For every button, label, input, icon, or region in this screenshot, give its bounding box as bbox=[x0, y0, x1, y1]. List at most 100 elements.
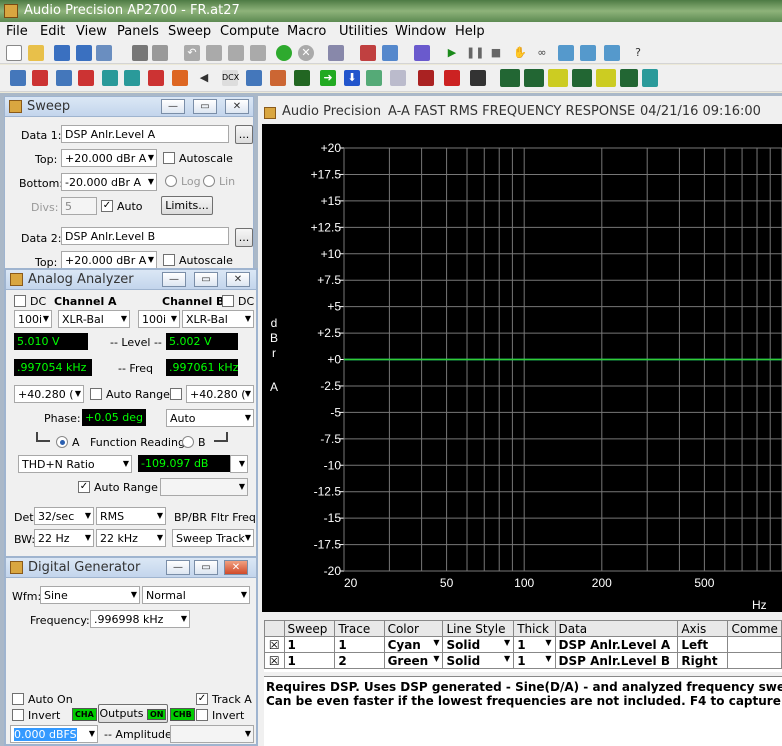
data1-browse-button[interactable]: ... bbox=[235, 125, 253, 144]
function-a-radio[interactable] bbox=[56, 436, 68, 448]
autoscale-checkbox[interactable] bbox=[163, 152, 175, 164]
save-icon[interactable] bbox=[54, 45, 70, 61]
dio-icon[interactable] bbox=[124, 70, 140, 86]
generator-panel-icon[interactable] bbox=[32, 70, 48, 86]
data2-field[interactable]: DSP Anlr.Level B bbox=[61, 227, 229, 245]
outputs-button[interactable]: Outputs ON bbox=[98, 704, 168, 723]
autorange2-checkbox[interactable]: ✓ bbox=[78, 481, 90, 493]
freq-a-readout[interactable]: .997054 kHz bbox=[14, 359, 92, 376]
restore-button[interactable]: ▭ bbox=[194, 560, 218, 575]
trace-thick-select[interactable]: 1 ▼ bbox=[513, 652, 556, 669]
help-icon[interactable]: ? bbox=[630, 45, 646, 61]
trace-thick-select[interactable]: 1 ▼ bbox=[513, 636, 556, 653]
function-readout[interactable]: -109.097 dB bbox=[138, 455, 230, 472]
step-icon[interactable] bbox=[558, 45, 574, 61]
pause-icon[interactable]: ❚❚ bbox=[466, 45, 484, 61]
top2-field[interactable]: +20.000 dBr A bbox=[61, 251, 157, 269]
waveform-mode-select[interactable]: Normal bbox=[142, 586, 250, 604]
meter-icon[interactable] bbox=[418, 70, 434, 86]
minimize-button[interactable]: — bbox=[166, 560, 190, 575]
autorange2-select[interactable] bbox=[160, 478, 248, 496]
sweep-panel-icon[interactable] bbox=[10, 70, 26, 86]
amplitude-field[interactable]: 0.000 dBFS bbox=[10, 725, 98, 743]
go-icon[interactable] bbox=[276, 45, 292, 61]
sweep-track-select[interactable]: Sweep Track bbox=[172, 529, 254, 547]
cut-icon[interactable] bbox=[206, 45, 222, 61]
menu-sweep[interactable]: Sweep bbox=[168, 24, 211, 39]
new-icon[interactable] bbox=[6, 45, 22, 61]
table-icon[interactable] bbox=[390, 70, 406, 86]
menu-edit[interactable]: Edit bbox=[40, 24, 65, 39]
autorange-b-select[interactable]: +40.280 ( bbox=[186, 385, 254, 403]
limits-button[interactable]: Limits... bbox=[161, 196, 213, 215]
close-button[interactable]: ✕ bbox=[226, 272, 250, 287]
auto-checkbox[interactable]: ✓ bbox=[101, 200, 113, 212]
autoscale2-checkbox[interactable] bbox=[163, 254, 175, 266]
menu-help[interactable]: Help bbox=[455, 24, 485, 39]
analyzer-panel-icon[interactable] bbox=[56, 70, 72, 86]
menu-macro[interactable]: Macro bbox=[287, 24, 326, 39]
lin-radio[interactable] bbox=[203, 175, 215, 187]
undo-icon[interactable]: ↶ bbox=[184, 45, 200, 61]
range-b-select[interactable]: 100i bbox=[138, 310, 180, 328]
menu-view[interactable]: View bbox=[76, 24, 107, 39]
waveform-select[interactable]: Sine bbox=[40, 586, 140, 604]
graph1-icon[interactable] bbox=[500, 69, 520, 87]
invert-a-checkbox[interactable] bbox=[12, 709, 24, 721]
close-button[interactable]: ✕ bbox=[224, 560, 248, 575]
arrow-down-icon[interactable]: ⬇ bbox=[344, 70, 360, 86]
data2-browse-button[interactable]: ... bbox=[235, 228, 253, 247]
det-type-select[interactable]: RMS bbox=[96, 507, 166, 525]
dcx-icon[interactable]: DCX bbox=[222, 70, 239, 86]
track-a-checkbox[interactable]: ✓ bbox=[196, 693, 208, 705]
phase-readout[interactable]: +0.05 deg bbox=[82, 409, 146, 426]
restore-button[interactable]: ▭ bbox=[194, 272, 218, 287]
graph6-icon[interactable] bbox=[620, 69, 638, 87]
panel-icon[interactable] bbox=[414, 45, 430, 61]
minimize-button[interactable]: — bbox=[162, 272, 186, 287]
notes-icon[interactable] bbox=[470, 70, 486, 86]
graph5-icon[interactable] bbox=[596, 69, 616, 87]
print-icon[interactable] bbox=[132, 45, 148, 61]
speaker-icon[interactable]: ◀ bbox=[196, 70, 212, 86]
comment-box[interactable]: Requires DSP. Uses DSP generated - Sine(… bbox=[264, 676, 782, 746]
menu-compute[interactable]: Compute bbox=[220, 24, 279, 39]
autorange-b-checkbox[interactable] bbox=[170, 388, 182, 400]
play-icon[interactable]: ▶ bbox=[444, 45, 460, 61]
function-type-select[interactable]: THD+N Ratio bbox=[18, 455, 132, 473]
record-icon[interactable] bbox=[360, 45, 376, 61]
menu-panels[interactable]: Panels bbox=[117, 24, 159, 39]
table-row[interactable]: ☒ 1 1 Cyan ▼ Solid ▼ 1 ▼ DSP Anlr.Level A L… bbox=[264, 636, 782, 653]
graph-icon[interactable] bbox=[328, 45, 344, 61]
row-checkbox[interactable]: ☒ bbox=[264, 652, 285, 669]
glasses-icon[interactable]: ∞ bbox=[534, 45, 550, 61]
bug-icon[interactable] bbox=[444, 70, 460, 86]
graph7-icon[interactable] bbox=[642, 69, 658, 87]
fft-icon[interactable] bbox=[148, 70, 164, 86]
menu-window[interactable]: Window bbox=[395, 24, 446, 39]
disk-icon[interactable] bbox=[96, 45, 112, 61]
stop-icon[interactable]: ✕ bbox=[298, 45, 314, 61]
stop-square-icon[interactable]: ■ bbox=[488, 45, 504, 61]
trace-color-select[interactable]: Cyan ▼ bbox=[383, 636, 444, 653]
phase-mode-select[interactable]: Auto bbox=[166, 409, 254, 427]
input-b-select[interactable]: XLR-Bal bbox=[182, 310, 254, 328]
window-icon[interactable] bbox=[382, 45, 398, 61]
divs-field[interactable]: 5 bbox=[61, 197, 97, 215]
cursor-icon[interactable] bbox=[246, 70, 262, 86]
function-b-radio[interactable] bbox=[182, 436, 194, 448]
autorange-a-select[interactable]: +40.280 ( bbox=[14, 385, 84, 403]
table-row[interactable]: ☒ 1 2 Green ▼ Solid ▼ 1 ▼ DSP Anlr.Level B … bbox=[264, 652, 782, 669]
open-icon[interactable] bbox=[28, 45, 44, 61]
autorange-checkbox[interactable] bbox=[90, 388, 102, 400]
graph3-icon[interactable] bbox=[548, 69, 568, 87]
dc-b-checkbox[interactable] bbox=[222, 295, 234, 307]
restore-button[interactable]: ▭ bbox=[193, 99, 217, 114]
row-checkbox[interactable]: ☒ bbox=[264, 636, 285, 653]
menu-file[interactable]: File bbox=[6, 24, 28, 39]
close-button[interactable]: ✕ bbox=[225, 99, 249, 114]
dsp-icon[interactable] bbox=[102, 70, 118, 86]
graph2-icon[interactable] bbox=[524, 69, 544, 87]
bw-high-select[interactable]: 22 kHz bbox=[96, 529, 166, 547]
bottom-field[interactable]: -20.000 dBr A bbox=[61, 173, 157, 191]
